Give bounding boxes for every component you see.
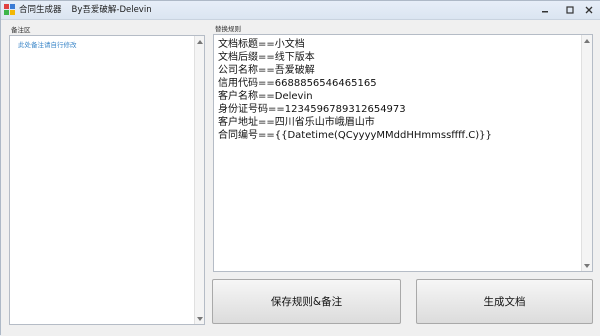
rules-textarea[interactable]: 文档标题==小文档 文档后缀==线下版本 公司名称==吾爱破解 信用代码==66… — [213, 34, 593, 272]
notes-hint: 此处备注请自行修改 — [18, 41, 77, 49]
rule-line: 信用代码==6688856546465165 — [218, 78, 377, 89]
scroll-up-arrow[interactable] — [582, 36, 592, 45]
window-title-sub: By吾爱破解-Delevin — [71, 5, 152, 15]
notes-textarea[interactable]: 此处备注请自行修改 — [9, 35, 205, 325]
rules-list: 文档标题==小文档 文档后缀==线下版本 公司名称==吾爱破解 信用代码==66… — [218, 38, 578, 142]
rule-line: 客户名称==Delevin — [218, 91, 313, 102]
rule-line: 文档后缀==线下版本 — [218, 52, 315, 63]
chevron-down-icon — [196, 316, 203, 321]
generate-document-button[interactable]: 生成文档 — [416, 279, 593, 324]
rule-line: 合同编号=={{Datetime(QCyyyyMMddHHmmssffff.C)… — [218, 130, 492, 141]
title-bar[interactable]: 合同生成器 By吾爱破解-Delevin — [1, 1, 600, 20]
minimize-icon — [541, 11, 548, 13]
close-icon — [585, 6, 592, 14]
app-window: 合同生成器 By吾爱破解-Delevin 备注区 此处备注请自行修改 替换规则 文… — [0, 0, 600, 336]
rule-line: 公司名称==吾爱破解 — [218, 65, 315, 76]
maximize-icon — [565, 6, 574, 14]
scroll-up-arrow[interactable] — [195, 37, 204, 46]
chevron-up-icon — [196, 39, 203, 44]
notes-scrollbar[interactable] — [194, 36, 204, 324]
rules-scrollbar[interactable] — [581, 35, 592, 271]
chevron-up-icon — [584, 38, 590, 43]
rules-group-label: 替换规则 — [215, 25, 241, 33]
notes-group-label: 备注区 — [11, 26, 31, 34]
save-rules-button[interactable]: 保存规则&备注 — [212, 279, 401, 324]
rule-line: 文档标题==小文档 — [218, 39, 305, 50]
window-title-main: 合同生成器 — [19, 5, 62, 15]
chevron-down-icon — [584, 263, 590, 268]
minimize-button[interactable] — [532, 1, 557, 19]
scroll-down-arrow[interactable] — [582, 261, 592, 270]
scroll-down-arrow[interactable] — [195, 314, 204, 323]
close-button[interactable] — [576, 1, 600, 19]
app-icon — [4, 4, 15, 15]
window-title: 合同生成器 By吾爱破解-Delevin — [19, 3, 152, 15]
rule-line: 客户地址==四川省乐山市峨眉山市 — [218, 117, 375, 128]
rule-line: 身份证号码==1234596789312654973 — [218, 104, 406, 115]
